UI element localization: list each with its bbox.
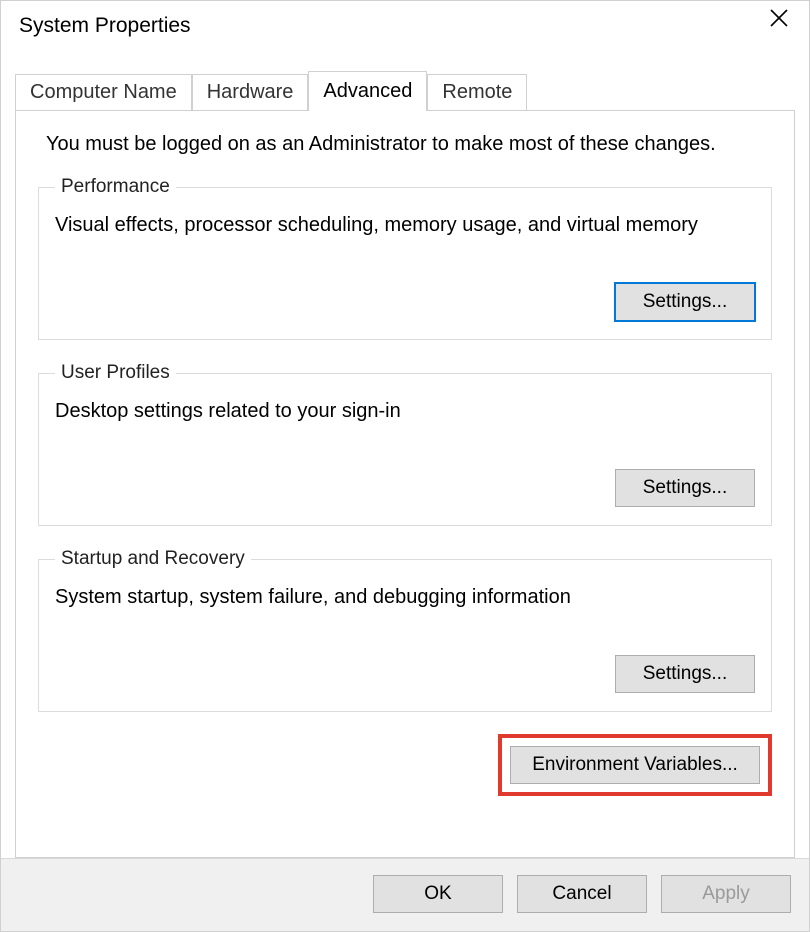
tab-strip: Computer Name Hardware Advanced Remote (1, 71, 809, 110)
performance-desc: Visual effects, processor scheduling, me… (55, 214, 755, 237)
cancel-button[interactable]: Cancel (517, 875, 647, 913)
performance-legend: Performance (55, 176, 176, 198)
performance-button-row: Settings... (55, 283, 755, 321)
user-profiles-legend: User Profiles (55, 362, 176, 384)
performance-group: Performance Visual effects, processor sc… (38, 176, 772, 340)
user-profiles-settings-button[interactable]: Settings... (615, 469, 755, 507)
tab-hardware[interactable]: Hardware (192, 74, 309, 110)
environment-variables-row: Environment Variables... (38, 734, 772, 796)
user-profiles-desc: Desktop settings related to your sign-in (55, 400, 755, 423)
ok-button[interactable]: OK (373, 875, 503, 913)
startup-recovery-button-row: Settings... (55, 655, 755, 693)
startup-recovery-settings-button[interactable]: Settings... (615, 655, 755, 693)
system-properties-window: System Properties Computer Name Hardware… (0, 0, 810, 932)
dialog-button-bar: OK Cancel Apply (1, 858, 809, 931)
apply-button[interactable]: Apply (661, 875, 791, 913)
environment-variables-button[interactable]: Environment Variables... (510, 746, 760, 784)
environment-variables-highlight: Environment Variables... (498, 734, 772, 796)
close-icon (769, 8, 789, 28)
user-profiles-button-row: Settings... (55, 469, 755, 507)
window-title: System Properties (19, 14, 191, 38)
user-profiles-group: User Profiles Desktop settings related t… (38, 362, 772, 526)
tab-advanced[interactable]: Advanced (308, 71, 427, 111)
startup-recovery-group: Startup and Recovery System startup, sys… (38, 548, 772, 712)
titlebar: System Properties (1, 1, 809, 51)
admin-notice: You must be logged on as an Administrato… (46, 133, 772, 156)
close-button[interactable] (749, 6, 809, 46)
tab-computer-name[interactable]: Computer Name (15, 74, 192, 110)
startup-recovery-legend: Startup and Recovery (55, 548, 251, 570)
tab-remote[interactable]: Remote (427, 74, 527, 110)
startup-recovery-desc: System startup, system failure, and debu… (55, 586, 755, 609)
advanced-panel: You must be logged on as an Administrato… (15, 110, 795, 858)
performance-settings-button[interactable]: Settings... (615, 283, 755, 321)
